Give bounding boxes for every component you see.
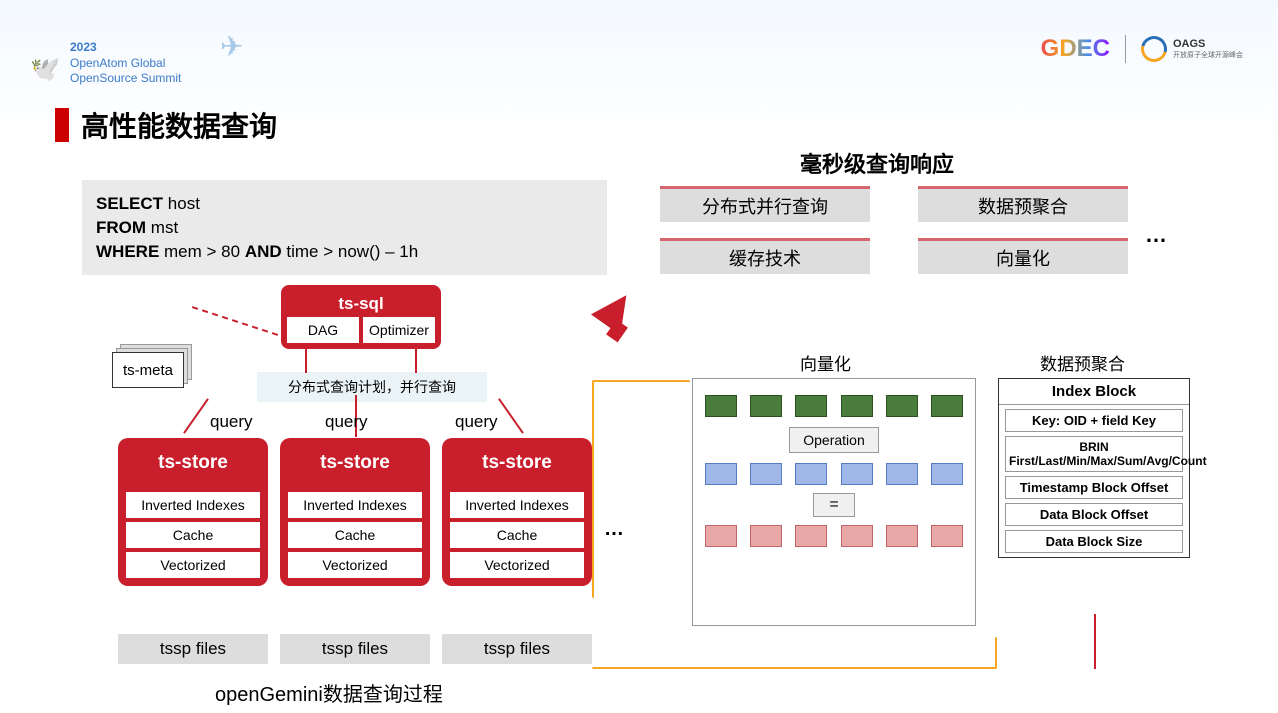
oags-text: OAGS bbox=[1173, 38, 1243, 50]
vec-row-input bbox=[705, 395, 963, 417]
sql-example: SELECT host FROM mst WHERE mem > 80 AND … bbox=[82, 180, 607, 275]
equals-box: = bbox=[813, 493, 855, 517]
bird-decoration: 🕊️ bbox=[30, 55, 60, 84]
sql-from-val: mst bbox=[151, 218, 178, 237]
dash-line bbox=[192, 306, 278, 336]
tssp-3: tssp files bbox=[442, 634, 592, 664]
ellipsis-features: … bbox=[1145, 222, 1167, 248]
line-sql-down2 bbox=[415, 349, 417, 373]
line-q3 bbox=[498, 398, 524, 434]
ts-meta-stack: ts-meta bbox=[112, 352, 184, 388]
index-data-size: Data Block Size bbox=[1005, 530, 1183, 553]
index-key: Key: OID + field Key bbox=[1005, 409, 1183, 432]
feature-vectorize: 向量化 bbox=[918, 238, 1128, 274]
index-ts-offset: Timestamp Block Offset bbox=[1005, 476, 1183, 499]
orange-connector-agg bbox=[592, 637, 997, 669]
title-bar: 高性能数据查询 bbox=[55, 105, 277, 145]
response-title: 毫秒级查询响应 bbox=[800, 147, 954, 179]
feature-distributed: 分布式并行查询 bbox=[660, 186, 870, 222]
title-accent bbox=[55, 108, 69, 142]
logo-divider bbox=[1125, 35, 1126, 63]
vec-row-output bbox=[705, 525, 963, 547]
ts-store-title: ts-store bbox=[126, 446, 260, 488]
ts-store-3: ts-store Inverted Indexes Cache Vectoriz… bbox=[442, 438, 592, 586]
vectorize-diagram: Operation = bbox=[692, 378, 976, 626]
ts-store-vectorized: Vectorized bbox=[126, 552, 260, 578]
process-label: openGemini数据查询过程 bbox=[215, 678, 443, 707]
oags-logo: OAGS 开放原子全球开源峰会 bbox=[1141, 36, 1243, 62]
line-sql-down bbox=[305, 349, 307, 373]
event-line1: OpenAtom Global bbox=[70, 56, 181, 72]
orange-connector-vec bbox=[592, 380, 690, 598]
index-brin: BRIN First/Last/Min/Max/Sum/Avg/Count bbox=[1005, 436, 1183, 472]
sql-select-val: host bbox=[168, 194, 200, 213]
red-connector-agg bbox=[1094, 614, 1096, 669]
ts-store-2: ts-store Inverted Indexes Cache Vectoriz… bbox=[280, 438, 430, 586]
index-data-offset: Data Block Offset bbox=[1005, 503, 1183, 526]
preaggregate-title: 数据预聚合 bbox=[1040, 350, 1125, 375]
distributed-plan-label: 分布式查询计划，并行查询 bbox=[257, 372, 487, 402]
ts-sql-title: ts-sql bbox=[287, 291, 435, 317]
tssp-1: tssp files bbox=[118, 634, 268, 664]
operation-box: Operation bbox=[789, 427, 879, 453]
vec-cell bbox=[705, 395, 737, 417]
sql-where-kw: WHERE bbox=[96, 242, 159, 261]
logo-row: GDEC OAGS 开放原子全球开源峰会 bbox=[1041, 35, 1243, 63]
sql-where-v1: mem > 80 bbox=[164, 242, 240, 261]
ts-meta-box: ts-meta bbox=[112, 352, 184, 388]
sql-where-v2: time > now() – 1h bbox=[286, 242, 418, 261]
tssp-2: tssp files bbox=[280, 634, 430, 664]
index-block-diagram: Index Block Key: OID + field Key BRIN Fi… bbox=[998, 378, 1190, 558]
plane-decoration: ✈ bbox=[220, 30, 243, 63]
sql-select-kw: SELECT bbox=[96, 194, 163, 213]
feature-cache: 缓存技术 bbox=[660, 238, 870, 274]
ts-store-inverted: Inverted Indexes bbox=[126, 492, 260, 518]
line-q1 bbox=[183, 398, 209, 434]
page-title: 高性能数据查询 bbox=[81, 105, 277, 145]
query-label-3: query bbox=[455, 412, 498, 432]
ts-sql-dag: DAG bbox=[287, 317, 359, 343]
oags-subtitle: 开放原子全球开源峰会 bbox=[1173, 50, 1243, 60]
vectorize-title: 向量化 bbox=[800, 350, 851, 375]
arrow-icon bbox=[591, 285, 641, 335]
oags-circle-icon bbox=[1136, 31, 1172, 67]
ts-sql-optimizer: Optimizer bbox=[363, 317, 435, 343]
ts-sql-box: ts-sql DAG Optimizer bbox=[281, 285, 441, 349]
gdec-logo: GDEC bbox=[1041, 35, 1110, 63]
ts-store-cache: Cache bbox=[126, 522, 260, 548]
sql-from-kw: FROM bbox=[96, 218, 146, 237]
event-header: 2023 OpenAtom Global OpenSource Summit bbox=[70, 40, 181, 87]
ts-store-1: ts-store Inverted Indexes Cache Vectoriz… bbox=[118, 438, 268, 586]
query-label-1: query bbox=[210, 412, 253, 432]
vec-row-intermediate bbox=[705, 463, 963, 485]
feature-preaggregate: 数据预聚合 bbox=[918, 186, 1128, 222]
query-label-2: query bbox=[325, 412, 368, 432]
year: 2023 bbox=[70, 40, 181, 56]
sql-and-kw: AND bbox=[245, 242, 282, 261]
index-block-title: Index Block bbox=[999, 379, 1189, 405]
event-line2: OpenSource Summit bbox=[70, 71, 181, 87]
